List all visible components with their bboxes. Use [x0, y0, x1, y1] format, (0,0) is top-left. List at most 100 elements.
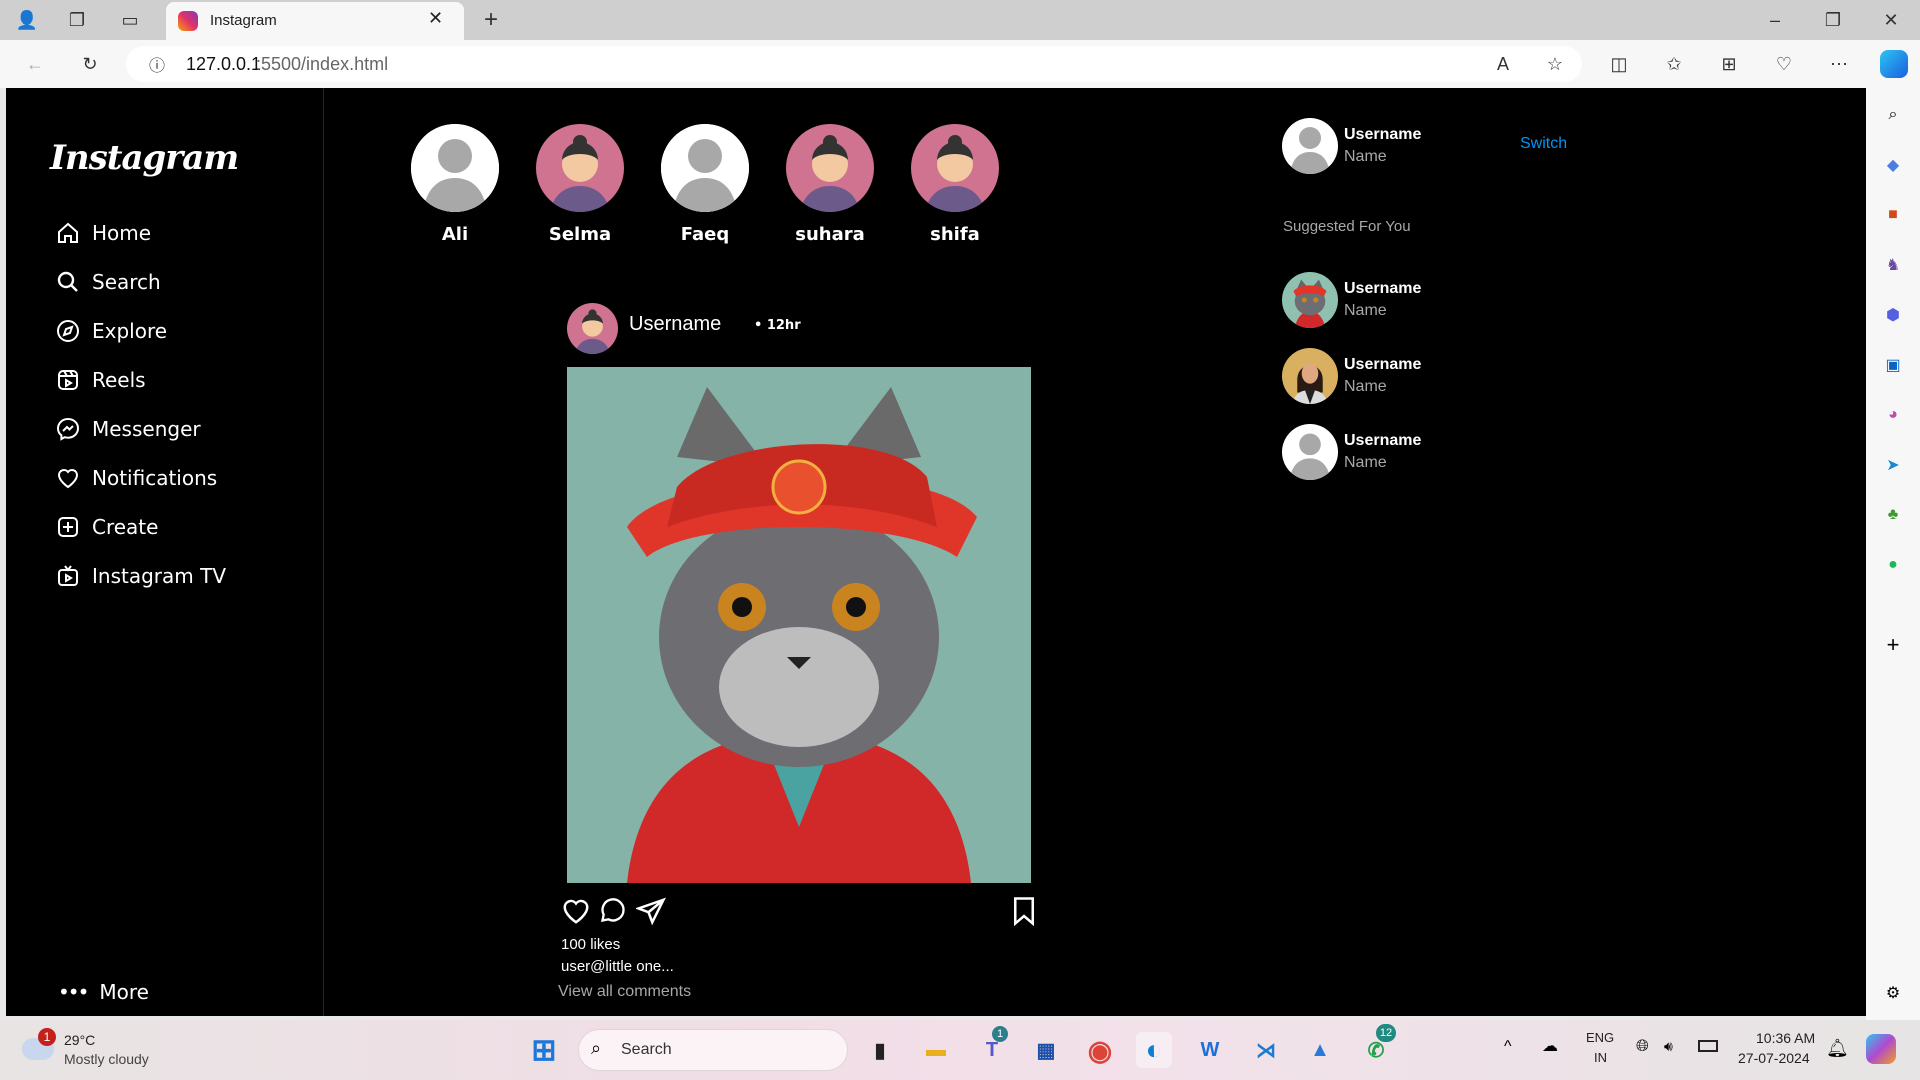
language-region[interactable]: IN [1594, 1050, 1607, 1065]
notification-bell-icon[interactable]: 🔔︎ [1826, 1038, 1849, 1059]
minimize-icon[interactable]: – [1760, 5, 1790, 35]
suggestion-avatar[interactable] [1282, 424, 1338, 480]
story-avatar[interactable] [536, 124, 624, 212]
comment-icon[interactable] [599, 896, 627, 924]
collections-icon[interactable]: ⊞ [1714, 49, 1744, 79]
url-input[interactable]: ⓘ 127.0.0.1:5500/index.html A ☆ [126, 46, 1582, 82]
instagram-logo[interactable]: Instagram [50, 138, 239, 178]
sidebar-shopping-icon[interactable]: ◆ [1880, 152, 1906, 178]
copilot-taskbar-icon[interactable] [1866, 1034, 1896, 1064]
edge-icon[interactable]: ◐ [1136, 1032, 1172, 1068]
switch-account-link[interactable]: Switch [1520, 135, 1567, 153]
sidebar-tools-icon[interactable]: ■ [1880, 202, 1906, 228]
favorite-star-icon[interactable]: ☆ [1540, 49, 1570, 79]
start-windows-icon[interactable]: ⊞ [526, 1032, 562, 1068]
clock-time[interactable]: 10:36 AM [1756, 1030, 1815, 1046]
story-item[interactable]: shifa [905, 124, 1005, 245]
nav-label: More [99, 980, 149, 1004]
tab-actions-icon[interactable]: ▭ [115, 5, 145, 35]
show-hidden-icons-icon[interactable]: ^ [1504, 1038, 1512, 1056]
bookmark-icon[interactable] [1011, 896, 1037, 926]
workspaces-icon[interactable]: ❐ [62, 5, 92, 35]
post-avatar[interactable] [567, 303, 618, 354]
nav-instagram-tv[interactable]: Instagram TV [56, 559, 226, 593]
story-item[interactable]: suhara [780, 124, 880, 245]
share-icon[interactable] [636, 896, 666, 926]
task-view-icon[interactable]: ▮ [862, 1032, 898, 1068]
clock-date[interactable]: 27-07-2024 [1738, 1050, 1810, 1066]
more-options-icon[interactable]: ⋯ [1824, 49, 1854, 79]
copilot-icon[interactable] [1880, 50, 1908, 78]
file-explorer-icon[interactable]: ▬ [918, 1032, 954, 1068]
close-tab-icon[interactable]: ✕ [428, 8, 443, 29]
split-screen-icon[interactable]: ◫ [1604, 49, 1634, 79]
suggestion-username[interactable]: Username [1344, 356, 1421, 374]
store-icon[interactable]: ▦ [1028, 1032, 1064, 1068]
nav-more[interactable]: ••• More [58, 975, 149, 1009]
story-item[interactable]: Selma [530, 124, 630, 245]
profile-icon[interactable]: 👤 [12, 5, 42, 35]
story-item[interactable]: Faeq [655, 124, 755, 245]
sidebar-spotify-icon[interactable]: ● [1880, 552, 1906, 578]
browser-essentials-icon[interactable]: ♡ [1769, 49, 1799, 79]
post-username[interactable]: Username [629, 313, 721, 336]
nav-search[interactable]: Search [56, 265, 161, 299]
chrome-icon[interactable]: ◉ [1082, 1032, 1118, 1068]
profile-username[interactable]: Username [1344, 126, 1421, 144]
sidebar-games-icon[interactable]: ♞ [1880, 252, 1906, 278]
language-primary[interactable]: ENG [1586, 1030, 1614, 1045]
refresh-icon[interactable]: ↻ [75, 49, 105, 79]
sidebar-search-icon[interactable]: ⌕ [1880, 102, 1906, 128]
story-name: Ali [441, 224, 469, 245]
restore-icon[interactable]: ❐ [1818, 5, 1848, 35]
nav-messenger[interactable]: Messenger [56, 412, 201, 446]
suggestion-username[interactable]: Username [1344, 432, 1421, 450]
volume-icon[interactable]: 🔊︎ [1664, 1038, 1673, 1055]
sidebar-outlook-icon[interactable]: ▣ [1880, 352, 1906, 378]
suggestion-avatar[interactable] [1282, 348, 1338, 404]
suggestion-name: Name [1344, 302, 1387, 319]
more-dots-icon: ••• [58, 980, 89, 1004]
sidebar-telegram-icon[interactable]: ➤ [1880, 452, 1906, 478]
battery-icon[interactable] [1698, 1040, 1718, 1052]
post-image[interactable] [567, 367, 1031, 883]
post-time-text: 12hr [766, 318, 801, 333]
sidebar-m365-icon[interactable]: ⬢ [1880, 302, 1906, 328]
nav-notifications[interactable]: Notifications [56, 461, 217, 495]
read-aloud-icon[interactable]: A [1488, 49, 1518, 79]
vscode-icon[interactable]: ⋊ [1248, 1032, 1284, 1068]
tab-instagram[interactable]: Instagram ✕ [166, 2, 464, 40]
story-avatar[interactable] [786, 124, 874, 212]
suggestion-username[interactable]: Username [1344, 280, 1421, 298]
nav-reels[interactable]: Reels [56, 363, 146, 397]
favorites-icon[interactable]: ✩ [1659, 49, 1689, 79]
tv-icon [58, 565, 78, 586]
profile-avatar[interactable] [1282, 118, 1338, 174]
nav-explore[interactable]: Explore [56, 314, 167, 348]
sidebar-add-icon[interactable]: + [1880, 632, 1906, 658]
photos-icon[interactable]: ▲ [1302, 1032, 1338, 1068]
new-tab-icon[interactable]: + [476, 5, 506, 35]
nav-home[interactable]: Home [56, 216, 151, 250]
story-item[interactable]: Ali [405, 124, 505, 245]
sidebar-settings-icon[interactable]: ⚙ [1880, 980, 1906, 1006]
story-avatar[interactable] [661, 124, 749, 212]
browser-tab-bar: 👤 ❐ ▭ Instagram ✕ + – ❐ ✕ [0, 0, 1920, 40]
story-avatar[interactable] [911, 124, 999, 212]
view-all-comments-link[interactable]: View all comments [558, 983, 691, 1001]
sidebar-designer-icon[interactable]: ◕ [1880, 402, 1906, 428]
onedrive-icon[interactable]: ☁ [1542, 1036, 1558, 1056]
nav-create[interactable]: Create [56, 510, 158, 544]
post-caption: user@little one... [561, 958, 674, 975]
like-heart-icon[interactable] [561, 896, 591, 926]
back-icon[interactable]: ← [20, 49, 50, 79]
suggestion-avatar[interactable] [1282, 272, 1338, 328]
close-window-icon[interactable]: ✕ [1876, 5, 1906, 35]
story-avatar[interactable] [411, 124, 499, 212]
network-icon[interactable]: 🌐︎ [1636, 1038, 1649, 1056]
sidebar-tree-icon[interactable]: ♣ [1880, 502, 1906, 528]
info-icon[interactable]: ⓘ [142, 49, 172, 79]
search-icon: ⌕ [591, 1038, 602, 1058]
word-icon[interactable]: W [1192, 1032, 1228, 1068]
taskbar-search[interactable]: ⌕ Search [578, 1029, 848, 1071]
